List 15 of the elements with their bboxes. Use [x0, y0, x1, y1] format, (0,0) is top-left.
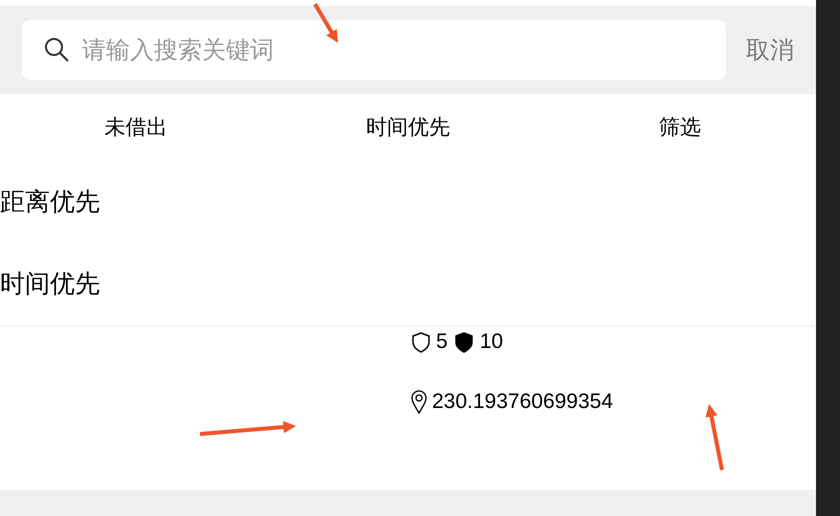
- deposit-count: 5: [436, 330, 448, 354]
- filter-tab[interactable]: 未借出: [0, 113, 272, 141]
- rent-count: 10: [480, 330, 504, 354]
- cancel-button[interactable]: 取消: [746, 34, 794, 66]
- shield-icon: [410, 331, 432, 353]
- location-pin-icon: [410, 390, 428, 414]
- sort-option[interactable]: 时间优先: [0, 267, 100, 300]
- search-field[interactable]: 请输入搜索关键词: [22, 20, 726, 80]
- distance-text: 230.193760699354: [432, 390, 614, 414]
- sort-option[interactable]: 距离优先: [0, 184, 100, 218]
- annotation-arrow: [313, 2, 338, 43]
- search-icon: [44, 37, 70, 63]
- annotation-arrow: [705, 404, 724, 470]
- filter-tab[interactable]: 筛选: [544, 113, 816, 141]
- filter-tab[interactable]: 时间优先: [272, 113, 544, 141]
